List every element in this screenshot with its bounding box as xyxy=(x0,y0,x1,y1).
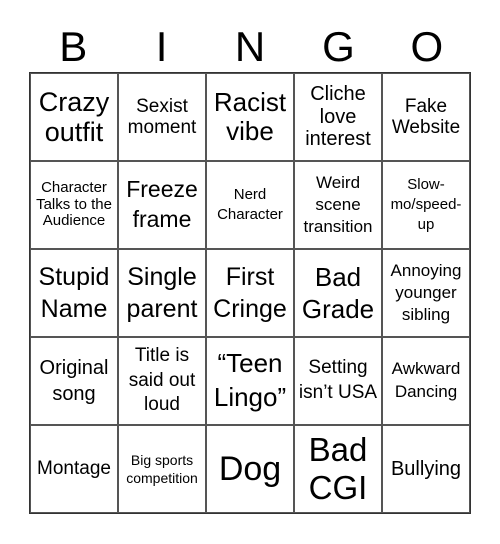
header-letter: I xyxy=(155,23,168,70)
bingo-cell[interactable]: Dog xyxy=(206,425,294,513)
bingo-cell[interactable]: Montage xyxy=(30,425,118,513)
bingo-cell[interactable]: Cliche love interest xyxy=(294,73,382,161)
bingo-cell[interactable]: Setting isn’t USA xyxy=(294,337,382,425)
bingo-cell[interactable]: Racist vibe xyxy=(206,73,294,161)
bingo-cell[interactable]: Stupid Name xyxy=(30,249,118,337)
bingo-cell[interactable]: Big sports competition xyxy=(118,425,206,513)
bingo-cell[interactable]: Bad Grade xyxy=(294,249,382,337)
bingo-cell[interactable]: First Cringe xyxy=(206,249,294,337)
bingo-cell[interactable]: Single parent xyxy=(118,249,206,337)
bingo-cell[interactable]: Weird scene transition xyxy=(294,161,382,249)
header-letter: N xyxy=(234,23,266,70)
bingo-cell[interactable]: Bullying xyxy=(382,425,470,513)
bingo-cell[interactable]: Character Talks to the Audience xyxy=(30,161,118,249)
header-letter: G xyxy=(322,23,355,70)
bingo-cell[interactable]: Freeze frame xyxy=(118,161,206,249)
header-letter: B xyxy=(59,23,88,70)
bingo-cell[interactable]: Fake Website xyxy=(382,73,470,161)
bingo-cell[interactable]: Annoying younger sibling xyxy=(382,249,470,337)
header-letter: O xyxy=(410,23,444,70)
bingo-cell[interactable]: Sexist moment xyxy=(118,73,206,161)
bingo-cell[interactable]: Crazy outfit xyxy=(30,73,118,161)
bingo-cell[interactable]: “Teen Lingo” xyxy=(206,337,294,425)
bingo-grid: Crazy outfit Sexist moment Racist vibe Clic… xyxy=(29,72,471,514)
bingo-cell[interactable]: Bad CGI xyxy=(294,425,382,513)
bingo-header: B I N G O xyxy=(29,22,471,72)
bingo-cell[interactable]: Title is said out loud xyxy=(118,337,206,425)
bingo-cell[interactable]: Awkward Dancing xyxy=(382,337,470,425)
bingo-cell[interactable]: Nerd Character xyxy=(206,161,294,249)
bingo-cell[interactable]: Slow-mo/speed-up xyxy=(382,161,470,249)
bingo-cell[interactable]: Original song xyxy=(30,337,118,425)
